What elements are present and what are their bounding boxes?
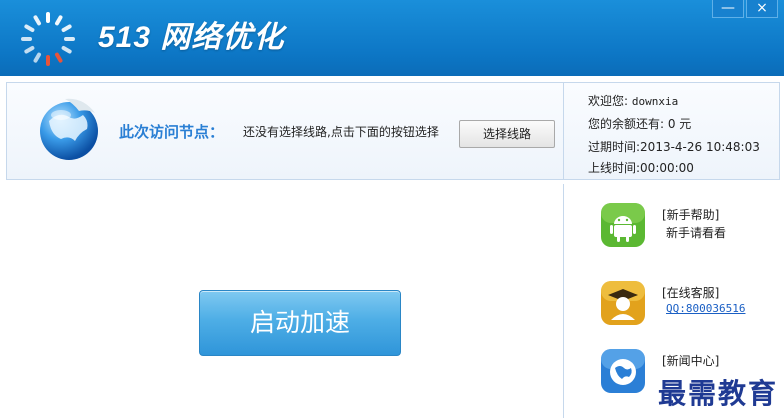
logo-spinner-icon <box>21 12 75 66</box>
online-value: 00:00:00 <box>640 161 694 175</box>
app-title: 513 网络优化 <box>98 21 285 54</box>
username: downxia <box>631 95 679 108</box>
android-icon <box>601 203 645 247</box>
node-label: 此次访问节点： <box>119 123 225 141</box>
expire-value: 2013-4-26 10:48:03 <box>640 140 760 154</box>
minimize-button[interactable]: — <box>712 0 744 18</box>
graduate-icon <box>601 281 645 325</box>
online-row: 上线时间:00:00:00 <box>588 159 694 176</box>
welcome-row: 欢迎您: downxia <box>588 92 678 109</box>
expire-label: 过期时间: <box>588 140 641 154</box>
globe-icon <box>601 349 645 393</box>
qq-link[interactable]: QQ:800036516 <box>666 302 745 315</box>
help-title: [新手帮助] <box>662 208 720 222</box>
online-label: 上线时间: <box>588 161 641 175</box>
news-title: [新闻中心] <box>662 354 720 368</box>
node-info-bar: 此次访问节点： 还没有选择线路,点击下面的按钮选择 选择线路 欢迎您: down… <box>6 82 780 180</box>
sidebar-item-help[interactable]: [新手帮助] 新手请看看 <box>600 202 780 258</box>
support-title: [在线客服] <box>662 286 720 300</box>
sidebar-item-support[interactable]: [在线客服] QQ:800036516 <box>600 280 780 336</box>
watermark-text: 最需教育 <box>658 377 779 410</box>
welcome-label: 欢迎您: <box>588 94 629 108</box>
expire-row: 过期时间:2013-4-26 10:48:03 <box>588 138 760 155</box>
balance-text: 您的余额还有: 0 元 <box>588 117 692 131</box>
node-value: 还没有选择线路,点击下面的按钮选择 <box>243 125 439 139</box>
close-button[interactable]: × <box>746 0 778 18</box>
start-acceleration-button[interactable]: 启动加速 <box>199 290 401 356</box>
app-window: 513 网络优化 — × 此次访问节点： 还没有选择线路,点击下面的按钮选择 选… <box>0 0 784 418</box>
account-panel: 欢迎您: downxia 您的余额还有: 0 元 过期时间:2013-4-26 … <box>563 83 780 179</box>
main-panel: 启动加速 <box>0 184 563 418</box>
help-subtitle: 新手请看看 <box>666 226 727 240</box>
title-bar[interactable]: 513 网络优化 — × <box>0 0 784 76</box>
globe-icon <box>40 98 98 160</box>
select-line-button[interactable]: 选择线路 <box>459 120 555 148</box>
